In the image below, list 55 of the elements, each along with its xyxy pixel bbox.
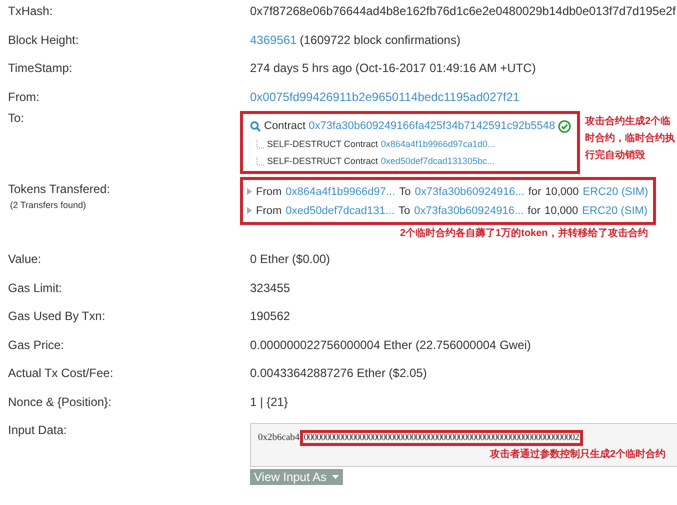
field-label: Actual Tx Cost/Fee: [8, 366, 114, 380]
token-amount: 10,000 [545, 184, 579, 198]
contract-link[interactable]: 0x73fa30b609249166fa425f34b7142591c92b5548 [308, 119, 556, 133]
from-address-link[interactable]: 0x864a4f1b9966d97... [286, 184, 396, 198]
field-value: 323455 [250, 280, 290, 294]
self-destruct-label: SELF-DESTRUCT Contract [267, 156, 378, 167]
token-link[interactable]: ERC20 (SIM) [582, 184, 648, 198]
address-link[interactable]: 0x0075fd99426911b2e9650114bedc1195ad027f21 [250, 90, 520, 104]
argument-data: 0000000000000000000000000000000000000000000000000000000000000002 [300, 430, 583, 446]
to-label: To [399, 184, 411, 198]
field-value: 190562 [250, 309, 290, 323]
transfer-count: (2 Transfers found) [10, 200, 86, 210]
expand-icon[interactable] [247, 188, 252, 195]
annotation-note: 攻击者通过参数控制只生成2个临时合约 [490, 448, 666, 461]
contract-link[interactable]: 0xed50def7dcad131305bc... [380, 156, 494, 167]
contract-link[interactable]: 0x864a4f1b9966d97ca1d0... [380, 139, 495, 150]
field-label: TxHash: [8, 4, 53, 18]
block-link[interactable]: 4369561 [250, 32, 297, 46]
field-label: From: [8, 90, 40, 104]
field-value: 0.00433642887276 Ether ($2.05) [250, 366, 427, 380]
method-id: 0x2b6cab4 [258, 433, 300, 443]
token-link[interactable]: ERC20 (SIM) [582, 204, 648, 218]
field-label: Block Height: [8, 32, 79, 46]
from-label: From [256, 184, 282, 198]
field-label: Gas Limit: [8, 280, 62, 294]
field-label: To: [8, 111, 24, 125]
annotation-note: 攻击合约生成2个临时合约，临时合约执行完自动销毁 [585, 114, 676, 163]
to-label: To [398, 204, 410, 218]
field-label: TimeStamp: [8, 61, 72, 75]
field-value: 0.000000022756000004 Ether (22.756000004 Gwei) [250, 338, 531, 352]
field-value: 274 days 5 hrs ago (Oct-16-2017 01:49:16 AM +UTC) [250, 61, 536, 75]
to-address-link[interactable]: 0x73fa30b60924916... [414, 204, 524, 218]
from-address-link[interactable]: 0xed50def7dcad131... [286, 204, 395, 218]
to-address-link[interactable]: 0x73fa30b60924916... [414, 184, 524, 198]
from-label: From [256, 204, 282, 218]
self-destruct-label: SELF-DESTRUCT Contract [267, 139, 378, 150]
caret-icon [332, 475, 338, 479]
confirmations-text: (1609722 block confirmations) [300, 32, 460, 46]
field-label: Input Data: [8, 423, 67, 437]
for-label: for [528, 204, 541, 218]
field-label: Value: [8, 252, 42, 266]
search-icon [250, 120, 261, 132]
field-label: Tokens Transfered: [8, 182, 110, 196]
token-amount: 10,000 [544, 204, 578, 218]
field-label: Gas Used By Txn: [8, 309, 106, 323]
field-label: Nonce & {Position}: [8, 394, 112, 408]
field-value: 1 | {21} [250, 394, 288, 408]
view-input-dropdown[interactable]: View Input As [250, 469, 342, 485]
expand-icon[interactable] [247, 207, 252, 214]
contract-label: Contract [264, 119, 306, 133]
for-label: for [528, 184, 542, 198]
field-value: 0x7f87268e06b76644ad4b8e162fb76d1c6e2e0480029b14db0e013f7d7d195e2f [250, 4, 676, 18]
field-value: 0 Ether ($0.00) [250, 252, 330, 266]
field-label: Gas Price: [8, 338, 64, 352]
annotation-note: 2个临时合约各自薅了1万的token，并转移给了攻击合约 [400, 226, 648, 240]
